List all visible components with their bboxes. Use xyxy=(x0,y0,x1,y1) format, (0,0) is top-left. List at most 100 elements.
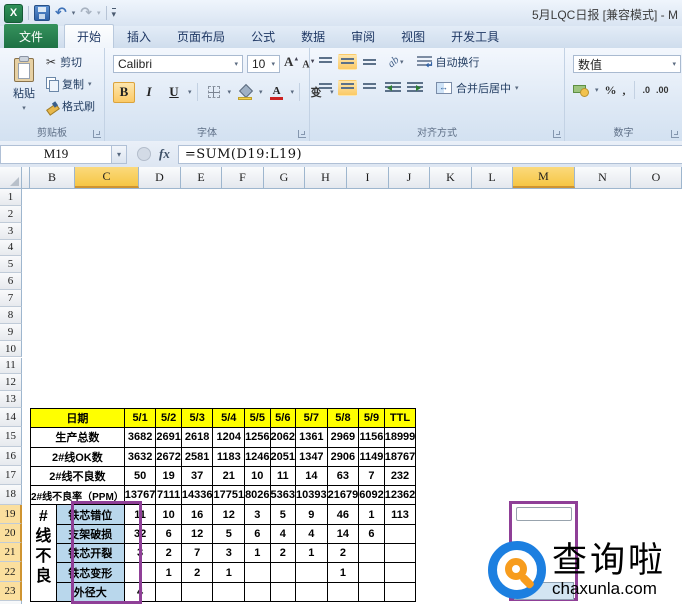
table-cell[interactable]: 9 xyxy=(295,504,328,525)
table-cell[interactable]: 1361 xyxy=(295,427,328,448)
column-header-K[interactable]: K xyxy=(430,167,472,188)
table-cell[interactable]: 12 xyxy=(180,523,214,545)
table-cell-total[interactable]: 18999 xyxy=(383,427,417,448)
column-header-G[interactable]: G xyxy=(264,167,305,188)
row-header-19[interactable]: 19 xyxy=(0,504,22,524)
align-top-button[interactable] xyxy=(316,54,335,70)
merge-center-button[interactable]: 合并后居中 ▾ xyxy=(436,80,519,96)
table-cell[interactable]: 2 xyxy=(155,543,182,564)
table-cell[interactable]: 2062 xyxy=(269,427,297,448)
table-cell-total[interactable] xyxy=(383,543,417,564)
table-cell[interactable]: 5363 xyxy=(269,485,297,506)
table-cell[interactable]: 3 xyxy=(244,504,271,525)
accounting-format-icon[interactable] xyxy=(573,84,589,97)
customize-qat-icon[interactable]: ▾ xyxy=(111,8,117,19)
row-header-10[interactable]: 10 xyxy=(0,340,22,358)
number-dialog-launcher-icon[interactable] xyxy=(671,130,679,138)
font-color-dropdown-icon[interactable]: ▾ xyxy=(291,88,295,96)
table-cell-total[interactable]: 18767 xyxy=(383,446,417,467)
table-cell[interactable]: 3682 xyxy=(123,427,157,448)
table-defect-label[interactable]: 铁芯错位 xyxy=(55,504,125,525)
align-center-button[interactable] xyxy=(338,80,357,96)
tab-file[interactable]: 文件 xyxy=(4,24,59,48)
format-painter-button[interactable]: 格式刷 xyxy=(46,98,95,113)
table-cell[interactable]: 11 xyxy=(123,504,157,525)
paste-button[interactable]: 粘贴 ▾ xyxy=(6,53,42,123)
column-header-B[interactable]: B xyxy=(30,167,75,188)
table-cell-total[interactable] xyxy=(383,523,417,545)
sheet-grid[interactable]: BCDEFGHIJKLMNO 1 2 3 4 5 6 7 8 9 10 11 12 13 14 15 16 17… xyxy=(0,167,682,604)
table-cell[interactable] xyxy=(155,581,182,602)
tab-view[interactable]: 视图 xyxy=(388,24,438,48)
table-row-label[interactable]: 2#线OK数 xyxy=(30,446,125,467)
font-name-select[interactable]: Calibri ▾ xyxy=(113,55,243,73)
decrease-decimal-button[interactable]: .00 xyxy=(656,85,669,95)
row-header-11[interactable]: 11 xyxy=(0,357,22,375)
table-cell[interactable]: 6 xyxy=(244,523,271,545)
table-cell[interactable]: 7 xyxy=(180,543,214,564)
table-defect-label[interactable]: 铁芯开裂 xyxy=(55,543,125,564)
table-cell[interactable]: 1204 xyxy=(212,427,246,448)
row-header-23[interactable]: 23 xyxy=(0,581,22,602)
number-format-select[interactable]: 数值 ▾ xyxy=(573,55,681,73)
table-cell[interactable]: 5 xyxy=(269,504,297,525)
column-header-M[interactable]: M xyxy=(513,167,575,188)
table-cell[interactable] xyxy=(358,581,385,602)
table-header-total[interactable]: TTL xyxy=(383,407,417,429)
table-cell[interactable]: 2906 xyxy=(326,446,360,467)
column-header-O[interactable]: O xyxy=(631,167,682,188)
table-cell[interactable]: 8026 xyxy=(244,485,271,506)
table-cell[interactable]: 32 xyxy=(123,523,157,545)
row-header-21[interactable]: 21 xyxy=(0,543,22,563)
table-cell[interactable]: 46 xyxy=(326,504,360,525)
insert-function-icon[interactable]: fx xyxy=(159,146,170,162)
table-cell[interactable] xyxy=(295,581,328,602)
table-cell[interactable]: 2 xyxy=(326,543,360,564)
row-header-8[interactable]: 8 xyxy=(0,306,22,324)
table-cell[interactable]: 1246 xyxy=(244,446,271,467)
table-cell[interactable] xyxy=(326,581,360,602)
table-cell[interactable]: 13767 xyxy=(123,485,157,506)
increase-decimal-button[interactable]: .0 xyxy=(643,85,651,95)
table-cell[interactable]: 37 xyxy=(180,465,214,487)
table-cell[interactable]: 2051 xyxy=(269,446,297,467)
table-header-day[interactable]: 5/8 xyxy=(326,407,360,429)
table-cell-total[interactable] xyxy=(383,562,417,583)
table-cell[interactable]: 1183 xyxy=(212,446,246,467)
table-cell[interactable]: 4 xyxy=(123,581,157,602)
table-cell[interactable]: 5 xyxy=(212,523,246,545)
tab-data[interactable]: 数据 xyxy=(288,24,338,48)
table-cell[interactable]: 3632 xyxy=(123,446,157,467)
table-cell[interactable] xyxy=(269,581,297,602)
column-header-L[interactable]: L xyxy=(472,167,513,188)
table-cell[interactable]: 4 xyxy=(269,523,297,545)
table-cell[interactable]: 10393 xyxy=(295,485,328,506)
cut-button[interactable]: ✂ 剪切 xyxy=(46,54,95,69)
column-header-F[interactable]: F xyxy=(222,167,264,188)
table-row-label[interactable]: 2#线不良率（PPM） xyxy=(30,485,125,506)
table-cell-total[interactable]: 232 xyxy=(383,465,417,487)
alignment-dialog-launcher-icon[interactable] xyxy=(553,130,561,138)
tab-insert[interactable]: 插入 xyxy=(114,24,164,48)
table-vertical-label[interactable]: # 线不良 xyxy=(30,504,57,602)
table-cell[interactable] xyxy=(358,562,385,583)
table-cell[interactable] xyxy=(295,562,328,583)
table-cell[interactable]: 17751 xyxy=(212,485,246,506)
table-cell[interactable] xyxy=(212,581,246,602)
orientation-button[interactable]: ab ▾ xyxy=(385,54,403,70)
table-defect-label[interactable]: 支架破损 xyxy=(55,523,125,545)
table-cell[interactable] xyxy=(269,562,297,583)
row-header-12[interactable]: 12 xyxy=(0,374,22,392)
row-header-4[interactable]: 4 xyxy=(0,239,22,257)
table-cell[interactable]: 3 xyxy=(123,543,157,564)
align-right-button[interactable] xyxy=(360,80,379,96)
table-cell[interactable]: 2691 xyxy=(155,427,182,448)
column-header-N[interactable]: N xyxy=(575,167,631,188)
table-header-day[interactable]: 5/7 xyxy=(295,407,328,429)
table-cell-total[interactable] xyxy=(383,581,417,602)
tab-home[interactable]: 开始 xyxy=(64,24,115,48)
table-cell[interactable]: 2 xyxy=(269,543,297,564)
copy-button[interactable]: 复制 ▾ xyxy=(46,76,95,92)
row-header-22[interactable]: 22 xyxy=(0,562,22,582)
name-box-dropdown-icon[interactable]: ▾ xyxy=(112,144,127,164)
